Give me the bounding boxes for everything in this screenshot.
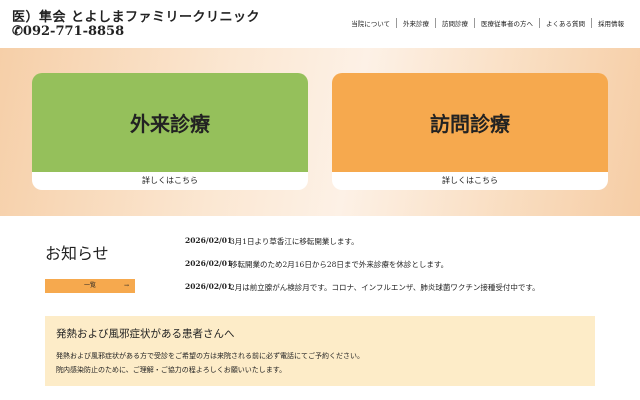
phone-icon: ✆ xyxy=(12,24,23,39)
card-title: 訪問診療 xyxy=(332,73,608,172)
clinic-logo[interactable]: 医）隼会 とよしまファミリークリニック xyxy=(12,6,260,25)
notice-line: 院内感染防止のために、ご理解・ご協力の程よろしくお願いいたします。 xyxy=(56,366,287,374)
nav-recruit[interactable]: 採用情報 xyxy=(591,18,630,28)
nav-home-visit[interactable]: 訪問診療 xyxy=(435,18,474,28)
outpatient-card[interactable]: 外来診療 詳しくはこちら xyxy=(32,73,308,190)
card-link[interactable]: 詳しくはこちら xyxy=(332,172,608,190)
card-link[interactable]: 詳しくはこちら xyxy=(32,172,308,190)
arrow-right-icon: → xyxy=(123,282,129,289)
header: 医）隼会 とよしまファミリークリニック ✆092-771-8858 当院について… xyxy=(0,0,640,48)
hero: 外来診療 詳しくはこちら 訪問診療 詳しくはこちら xyxy=(0,48,640,216)
news-heading: お知らせ xyxy=(45,244,109,263)
nav-medical-professionals[interactable]: 医療従事者の方へ xyxy=(474,18,539,28)
home-visit-card[interactable]: 訪問診療 詳しくはこちら xyxy=(332,73,608,190)
nav-outpatient[interactable]: 外来診療 xyxy=(396,18,435,28)
nav-faq[interactable]: よくある質問 xyxy=(539,18,591,28)
fever-notice: 発熱および風邪症状がある患者さんへ 発熱および風邪症状がある方で受診をご希望の方… xyxy=(45,316,595,386)
main-nav: 当院について 外来診療 訪問診療 医療従事者の方へ よくある質問 採用情報 xyxy=(345,18,630,28)
phone-number[interactable]: ✆092-771-8858 xyxy=(12,24,124,39)
news-item[interactable]: 2026/02/01 3月1日より草香江に移転開業します。 xyxy=(185,236,359,247)
news-item[interactable]: 2026/02/01 移転開業のため2月16日から28日まで外来診療を休診とします… xyxy=(185,259,448,270)
news-item[interactable]: 2026/02/01 2月は前立腺がん検診月です。コロナ、インフルエンザ、肺炎球菌… xyxy=(185,282,540,293)
nav-about[interactable]: 当院について xyxy=(345,18,396,28)
news-list-button[interactable]: 一覧 → xyxy=(45,279,135,293)
notice-line: 発熱および風邪症状がある方で受診をご希望の方は来院される前に必ず電話にてご予約く… xyxy=(56,352,364,360)
notice-title: 発熱および風邪症状がある患者さんへ xyxy=(56,328,235,340)
card-title: 外来診療 xyxy=(32,73,308,172)
